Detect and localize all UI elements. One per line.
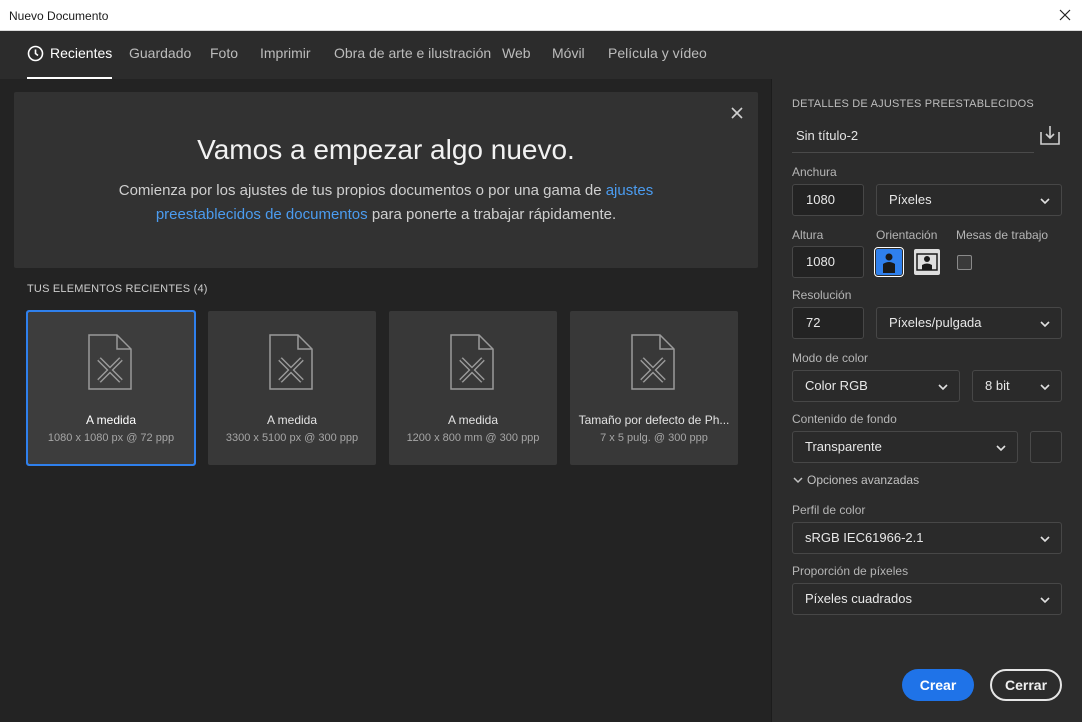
recent-item-size: 7 x 5 pulg. @ 300 ppp — [600, 432, 708, 444]
window-close-icon[interactable] — [1054, 4, 1076, 26]
recent-item-card[interactable]: Tamaño por defecto de Ph... 7 x 5 pulg. … — [570, 311, 738, 465]
height-input[interactable]: 1080 — [792, 246, 864, 278]
portrait-person-icon — [883, 253, 895, 273]
create-button[interactable]: Crear — [902, 669, 974, 701]
window-title: Nuevo Documento — [9, 9, 109, 23]
width-unit-value: Píxeles — [889, 192, 932, 207]
background-contents-label: Contenido de fondo — [792, 412, 897, 426]
chevron-down-icon — [1040, 198, 1050, 205]
document-icon — [450, 334, 494, 390]
save-preset-icon[interactable] — [1039, 124, 1061, 146]
recent-item-card[interactable]: A medida 1080 x 1080 px @ 72 ppp — [26, 310, 196, 466]
presets-link-continued[interactable]: preestablecidos de documentos — [156, 206, 368, 223]
close-button[interactable]: Cerrar — [990, 669, 1062, 701]
chevron-down-icon — [1040, 597, 1050, 604]
recent-item-size: 1080 x 1080 px @ 72 ppp — [47, 432, 175, 444]
background-contents-value: Transparente — [805, 439, 882, 454]
close-banner-icon[interactable] — [730, 106, 744, 120]
resolution-label: Resolución — [792, 288, 852, 302]
color-profile-select[interactable]: sRGB IEC61966-2.1 — [792, 522, 1062, 554]
background-contents-select[interactable]: Transparente — [792, 431, 1018, 463]
clock-icon — [27, 45, 44, 62]
recent-item-name: A medida — [266, 413, 318, 427]
resolution-input[interactable]: 72 — [792, 307, 864, 339]
portrait-orientation-button[interactable] — [874, 247, 904, 277]
landscape-orientation-button[interactable] — [914, 249, 940, 275]
tab-recientes[interactable]: Recientes — [27, 45, 113, 79]
orientation-label: Orientación — [876, 228, 938, 242]
chevron-down-icon — [793, 477, 803, 484]
tab-web[interactable]: Web — [502, 45, 531, 79]
landscape-person-icon — [916, 253, 938, 271]
tab-obra-de-arte[interactable]: Obra de arte e ilustración — [334, 45, 491, 79]
pixel-aspect-select[interactable]: Píxeles cuadrados — [792, 583, 1062, 615]
background-color-swatch[interactable] — [1030, 431, 1062, 463]
height-label: Altura — [792, 228, 824, 242]
pixel-aspect-label: Proporción de píxeles — [792, 564, 909, 578]
tab-movil[interactable]: Móvil — [552, 45, 585, 79]
recent-item-card[interactable]: A medida 3300 x 5100 px @ 300 ppp — [208, 311, 376, 465]
artboards-label: Mesas de trabajo — [956, 228, 1049, 242]
pixel-aspect-value: Píxeles cuadrados — [805, 591, 912, 606]
tab-foto[interactable]: Foto — [210, 45, 238, 79]
recent-documents-panel: Vamos a empezar algo nuevo. Comienza por… — [0, 79, 771, 722]
document-icon — [269, 334, 313, 390]
width-unit-select[interactable]: Píxeles — [876, 184, 1062, 216]
resolution-unit-value: Píxeles/pulgada — [889, 315, 982, 330]
recent-items-heading: TUS ELEMENTOS RECIENTES (4) — [27, 283, 208, 295]
recent-item-name: Tamaño por defecto de Ph... — [578, 413, 730, 427]
chevron-down-icon — [1040, 384, 1050, 391]
recent-item-size: 3300 x 5100 px @ 300 ppp — [225, 432, 359, 444]
welcome-headline: Vamos a empezar algo nuevo. — [197, 134, 575, 165]
welcome-text-end: para ponerte a trabajar rápidamente. — [367, 206, 617, 223]
color-mode-value: Color RGB — [805, 378, 868, 393]
bit-depth-select[interactable]: 8 bit — [972, 370, 1062, 402]
tab-guardado[interactable]: Guardado — [129, 45, 191, 79]
welcome-description: Comienza por los ajustes de tus propios … — [109, 179, 663, 227]
color-mode-label: Modo de color — [792, 351, 869, 365]
color-mode-select[interactable]: Color RGB — [792, 370, 960, 402]
recent-items-count: (4) — [193, 283, 208, 295]
color-profile-label: Perfil de color — [792, 503, 866, 517]
title-bar: Nuevo Documento — [0, 0, 1082, 31]
color-profile-value: sRGB IEC61966-2.1 — [805, 530, 924, 545]
resolution-unit-select[interactable]: Píxeles/pulgada — [876, 307, 1062, 339]
presets-link[interactable]: ajustes — [606, 182, 654, 199]
artboards-checkbox[interactable] — [957, 255, 972, 270]
tab-pelicula-y-video[interactable]: Película y vídeo — [608, 45, 707, 79]
tab-imprimir[interactable]: Imprimir — [260, 45, 311, 79]
welcome-text: Comienza por los ajustes de tus propios … — [118, 182, 606, 199]
preset-details-panel: DETALLES DE AJUSTES PREESTABLECIDOS Sin … — [771, 79, 1082, 722]
chevron-down-icon — [1040, 536, 1050, 543]
document-name-input[interactable]: Sin título-2 — [792, 121, 1034, 153]
recent-items-label: TUS ELEMENTOS RECIENTES — [27, 283, 191, 295]
chevron-down-icon — [938, 384, 948, 391]
document-icon — [631, 334, 675, 390]
tab-label: Recientes — [50, 45, 113, 61]
advanced-options-toggle[interactable]: Opciones avanzadas — [793, 473, 919, 487]
recent-item-name: A medida — [85, 413, 137, 427]
chevron-down-icon — [1040, 321, 1050, 328]
width-label: Anchura — [792, 165, 837, 179]
welcome-banner: Vamos a empezar algo nuevo. Comienza por… — [14, 92, 758, 268]
recent-item-name: A medida — [447, 413, 499, 427]
advanced-options-label: Opciones avanzadas — [807, 473, 920, 487]
document-icon — [88, 334, 132, 390]
recent-item-card[interactable]: A medida 1200 x 800 mm @ 300 ppp — [389, 311, 557, 465]
width-input[interactable]: 1080 — [792, 184, 864, 216]
bit-depth-value: 8 bit — [985, 378, 1010, 393]
chevron-down-icon — [996, 445, 1006, 452]
preset-category-tabs: Recientes Guardado Foto Imprimir Obra de… — [0, 31, 1082, 79]
recent-item-size: 1200 x 800 mm @ 300 ppp — [406, 432, 540, 444]
preset-details-heading: DETALLES DE AJUSTES PREESTABLECIDOS — [792, 98, 1034, 110]
